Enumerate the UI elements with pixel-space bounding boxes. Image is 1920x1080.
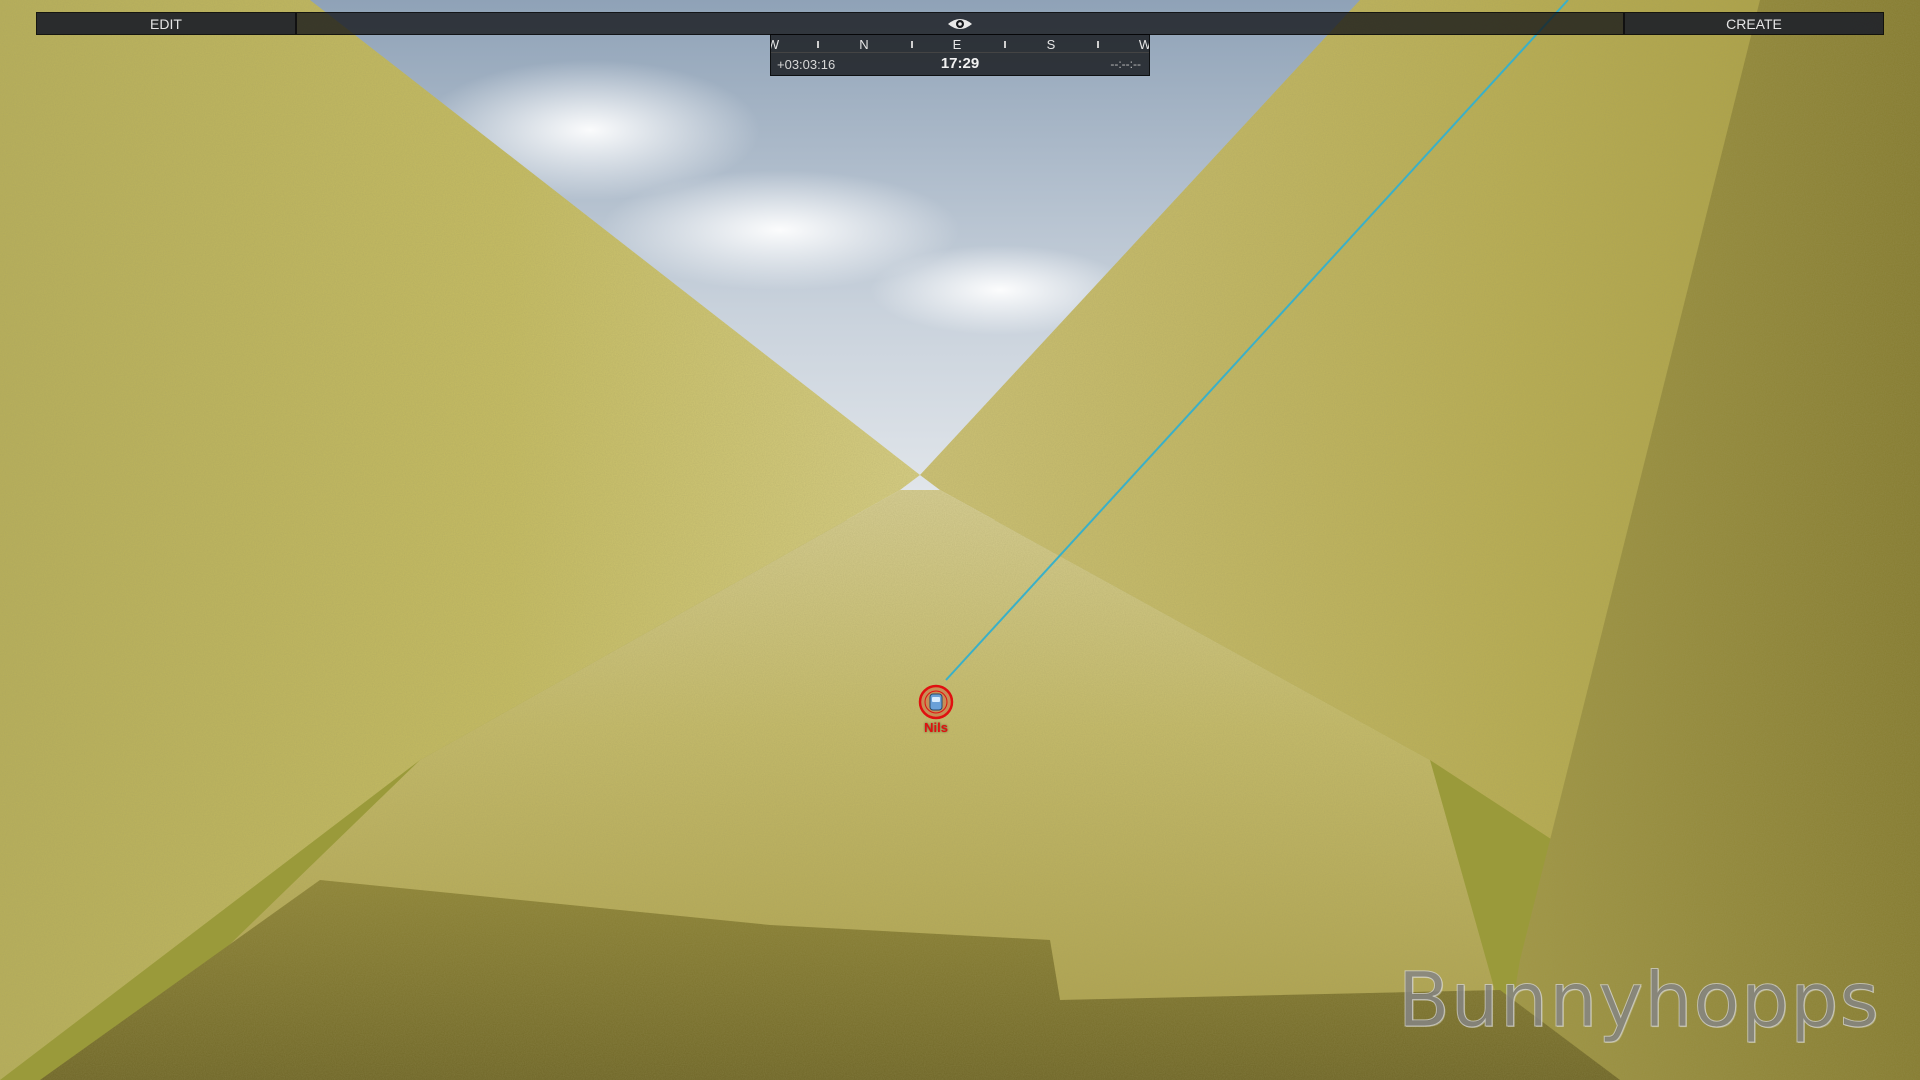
eye-icon[interactable] <box>947 16 973 32</box>
compass-tick <box>1004 41 1006 48</box>
player-name-label: Nils <box>924 720 948 735</box>
compass-strip: W N E S W <box>771 35 1149 53</box>
game-viewport[interactable]: EDIT CREATE W N E S W +03:03:16 17:29 --… <box>0 0 1920 1080</box>
compass-tick <box>1097 41 1099 48</box>
compass-dir-n: N <box>859 37 869 52</box>
watermark-text: Bunnyhopps <box>1397 955 1880 1045</box>
compass-panel: W N E S W +03:03:16 17:29 --:--:-- <box>770 34 1150 76</box>
edit-button[interactable]: EDIT <box>37 13 297 34</box>
top-toolbar: EDIT CREATE <box>36 12 1884 35</box>
compass-dir-w2: W <box>1138 37 1149 52</box>
compass-dir-w: W <box>771 37 780 52</box>
remaining-time: --:--:-- <box>1110 57 1141 71</box>
compass-tick <box>817 41 819 48</box>
compass-tick <box>911 41 913 48</box>
compass-dir-e: E <box>952 37 962 52</box>
create-button[interactable]: CREATE <box>1623 13 1883 34</box>
player-marker-icon[interactable] <box>918 684 954 720</box>
terrain-scene <box>0 0 1920 1080</box>
game-clock: 17:29 <box>940 55 980 72</box>
compass-dir-s: S <box>1046 37 1056 52</box>
